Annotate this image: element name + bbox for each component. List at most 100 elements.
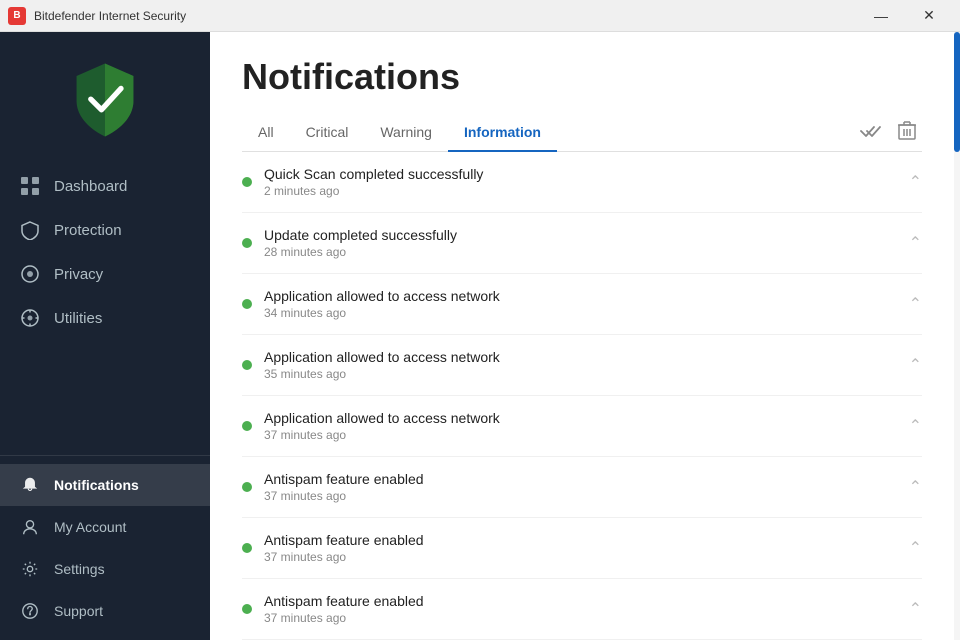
sidebar-item-myaccount-label: My Account	[54, 519, 126, 535]
notif-time-0: 2 minutes ago	[264, 184, 897, 198]
notif-time-3: 35 minutes ago	[264, 367, 897, 381]
app-title: Bitdefender Internet Security	[34, 9, 858, 23]
notif-dot-3	[242, 360, 252, 370]
notif-title-6: Antispam feature enabled	[264, 532, 897, 548]
notif-chevron-2: ⌃	[909, 294, 922, 314]
notif-content-6: Antispam feature enabled 37 minutes ago	[264, 532, 897, 564]
notif-chevron-5: ⌃	[909, 477, 922, 497]
sidebar-item-utilities-label: Utilities	[54, 310, 102, 327]
notif-content-2: Application allowed to access network 34…	[264, 288, 897, 320]
notif-content-4: Application allowed to access network 37…	[264, 410, 897, 442]
utilities-icon	[20, 308, 40, 328]
dashboard-icon	[20, 176, 40, 196]
notif-chevron-0: ⌃	[909, 172, 922, 192]
sidebar-item-protection[interactable]: Protection	[0, 208, 210, 252]
trash-icon	[898, 121, 916, 141]
page-title: Notifications	[242, 56, 922, 98]
notif-dot-2	[242, 299, 252, 309]
sidebar-item-settings[interactable]: Settings	[0, 548, 210, 590]
minimize-button[interactable]: —	[858, 0, 904, 32]
notification-item-4[interactable]: Application allowed to access network 37…	[242, 396, 922, 457]
sidebar-item-support[interactable]: Support	[0, 590, 210, 632]
notification-item-2[interactable]: Application allowed to access network 34…	[242, 274, 922, 335]
protection-icon	[20, 220, 40, 240]
sidebar-bottom: Notifications My Account	[0, 455, 210, 640]
app-body: Dashboard Protection Pr	[0, 32, 960, 640]
sidebar-item-notifications[interactable]: Notifications	[0, 464, 210, 506]
sidebar-item-dashboard-label: Dashboard	[54, 178, 127, 195]
notif-time-7: 37 minutes ago	[264, 611, 897, 625]
notif-dot-5	[242, 482, 252, 492]
window-controls: — ✕	[858, 0, 952, 32]
notif-time-1: 28 minutes ago	[264, 245, 897, 259]
support-icon	[20, 601, 40, 621]
notif-content-1: Update completed successfully 28 minutes…	[264, 227, 897, 259]
notif-dot-1	[242, 238, 252, 248]
tab-warning[interactable]: Warning	[364, 114, 448, 152]
notifications-icon	[20, 475, 40, 495]
notif-chevron-6: ⌃	[909, 538, 922, 558]
notif-title-4: Application allowed to access network	[264, 410, 897, 426]
scrollbar-track[interactable]	[954, 32, 960, 640]
notifications-list: Quick Scan completed successfully 2 minu…	[210, 152, 954, 640]
shield-logo-icon	[65, 60, 145, 140]
notif-content-0: Quick Scan completed successfully 2 minu…	[264, 166, 897, 198]
sidebar-item-myaccount[interactable]: My Account	[0, 506, 210, 548]
notif-time-6: 37 minutes ago	[264, 550, 897, 564]
tab-actions	[854, 117, 922, 149]
notif-dot-4	[242, 421, 252, 431]
notification-item-0[interactable]: Quick Scan completed successfully 2 minu…	[242, 152, 922, 213]
notif-dot-0	[242, 177, 252, 187]
notif-content-5: Antispam feature enabled 37 minutes ago	[264, 471, 897, 503]
privacy-icon	[20, 264, 40, 284]
sidebar-logo	[0, 32, 210, 164]
mark-read-icon	[860, 123, 882, 139]
notif-content-7: Antispam feature enabled 37 minutes ago	[264, 593, 897, 625]
notification-item-1[interactable]: Update completed successfully 28 minutes…	[242, 213, 922, 274]
myaccount-icon	[20, 517, 40, 537]
notification-item-6[interactable]: Antispam feature enabled 37 minutes ago …	[242, 518, 922, 579]
notif-content-3: Application allowed to access network 35…	[264, 349, 897, 381]
sidebar-nav: Dashboard Protection Pr	[0, 164, 210, 455]
titlebar: B Bitdefender Internet Security — ✕	[0, 0, 960, 32]
notif-chevron-4: ⌃	[909, 416, 922, 436]
tabs-bar: All Critical Warning Information	[242, 114, 922, 152]
notif-dot-6	[242, 543, 252, 553]
sidebar-item-privacy[interactable]: Privacy	[0, 252, 210, 296]
page-header: Notifications	[210, 32, 954, 114]
notification-item-7[interactable]: Antispam feature enabled 37 minutes ago …	[242, 579, 922, 640]
sidebar: Dashboard Protection Pr	[0, 32, 210, 640]
notif-title-3: Application allowed to access network	[264, 349, 897, 365]
notif-title-5: Antispam feature enabled	[264, 471, 897, 487]
settings-icon	[20, 559, 40, 579]
notif-title-2: Application allowed to access network	[264, 288, 897, 304]
tab-critical[interactable]: Critical	[290, 114, 365, 152]
notif-time-4: 37 minutes ago	[264, 428, 897, 442]
app-icon: B	[8, 7, 26, 25]
scrollbar-thumb[interactable]	[954, 32, 960, 152]
notif-dot-7	[242, 604, 252, 614]
notif-title-7: Antispam feature enabled	[264, 593, 897, 609]
notification-item-3[interactable]: Application allowed to access network 35…	[242, 335, 922, 396]
notif-title-0: Quick Scan completed successfully	[264, 166, 897, 182]
notif-title-1: Update completed successfully	[264, 227, 897, 243]
sidebar-item-protection-label: Protection	[54, 222, 122, 239]
notification-item-5[interactable]: Antispam feature enabled 37 minutes ago …	[242, 457, 922, 518]
sidebar-item-settings-label: Settings	[54, 561, 105, 577]
sidebar-item-dashboard[interactable]: Dashboard	[0, 164, 210, 208]
notif-chevron-1: ⌃	[909, 233, 922, 253]
sidebar-item-notifications-label: Notifications	[54, 477, 139, 493]
close-button[interactable]: ✕	[906, 0, 952, 32]
sidebar-item-privacy-label: Privacy	[54, 266, 103, 283]
main-content: Notifications All Critical Warning Infor…	[210, 32, 954, 640]
sidebar-item-support-label: Support	[54, 603, 103, 619]
delete-button[interactable]	[892, 117, 922, 145]
notif-chevron-7: ⌃	[909, 599, 922, 619]
notif-chevron-3: ⌃	[909, 355, 922, 375]
notif-time-5: 37 minutes ago	[264, 489, 897, 503]
notif-time-2: 34 minutes ago	[264, 306, 897, 320]
tab-all[interactable]: All	[242, 114, 290, 152]
tab-information[interactable]: Information	[448, 114, 557, 152]
sidebar-item-utilities[interactable]: Utilities	[0, 296, 210, 340]
mark-read-button[interactable]	[854, 119, 888, 143]
